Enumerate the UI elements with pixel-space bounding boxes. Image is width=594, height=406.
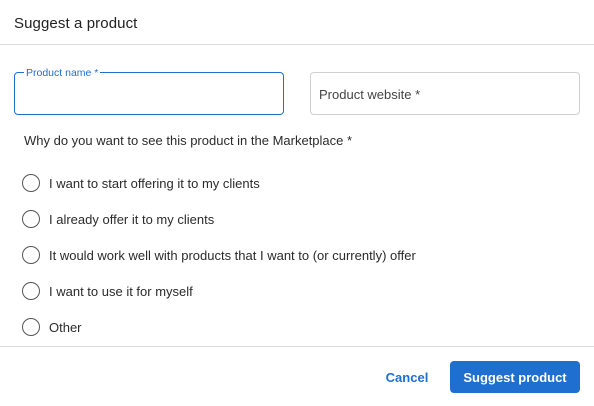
dialog-body: Product name * Product website * Why do … (0, 45, 594, 346)
radio-label: I want to start offering it to my client… (49, 175, 260, 191)
suggest-product-dialog: Suggest a product Product name * Product… (0, 0, 594, 406)
cancel-button[interactable]: Cancel (375, 361, 439, 393)
radio-label: It would work well with products that I … (49, 247, 416, 263)
product-website-field[interactable]: Product website * (310, 72, 580, 115)
reason-question: Why do you want to see this product in t… (24, 133, 353, 148)
radio-button[interactable] (22, 246, 40, 264)
reason-radio-group: I want to start offering it to my client… (22, 165, 416, 345)
radio-option-use-myself[interactable]: I want to use it for myself (22, 273, 416, 309)
radio-label: I already offer it to my clients (49, 211, 215, 227)
product-website-input[interactable] (311, 73, 579, 114)
radio-label: I want to use it for myself (49, 283, 193, 299)
dialog-title: Suggest a product (14, 15, 138, 32)
product-name-label: Product name * (24, 67, 101, 79)
radio-button[interactable] (22, 282, 40, 300)
radio-button[interactable] (22, 318, 40, 336)
radio-option-other[interactable]: Other (22, 309, 416, 345)
suggest-product-button[interactable]: Suggest product (450, 361, 580, 393)
radio-option-start-offering[interactable]: I want to start offering it to my client… (22, 165, 416, 201)
product-name-input[interactable] (15, 73, 283, 114)
radio-option-works-well[interactable]: It would work well with products that I … (22, 237, 416, 273)
radio-button[interactable] (22, 210, 40, 228)
product-name-field[interactable]: Product name * (14, 68, 284, 115)
dialog-header: Suggest a product (0, 0, 594, 45)
dialog-footer: Cancel Suggest product (0, 346, 594, 406)
radio-label: Other (49, 319, 82, 335)
radio-option-already-offer[interactable]: I already offer it to my clients (22, 201, 416, 237)
radio-button[interactable] (22, 174, 40, 192)
